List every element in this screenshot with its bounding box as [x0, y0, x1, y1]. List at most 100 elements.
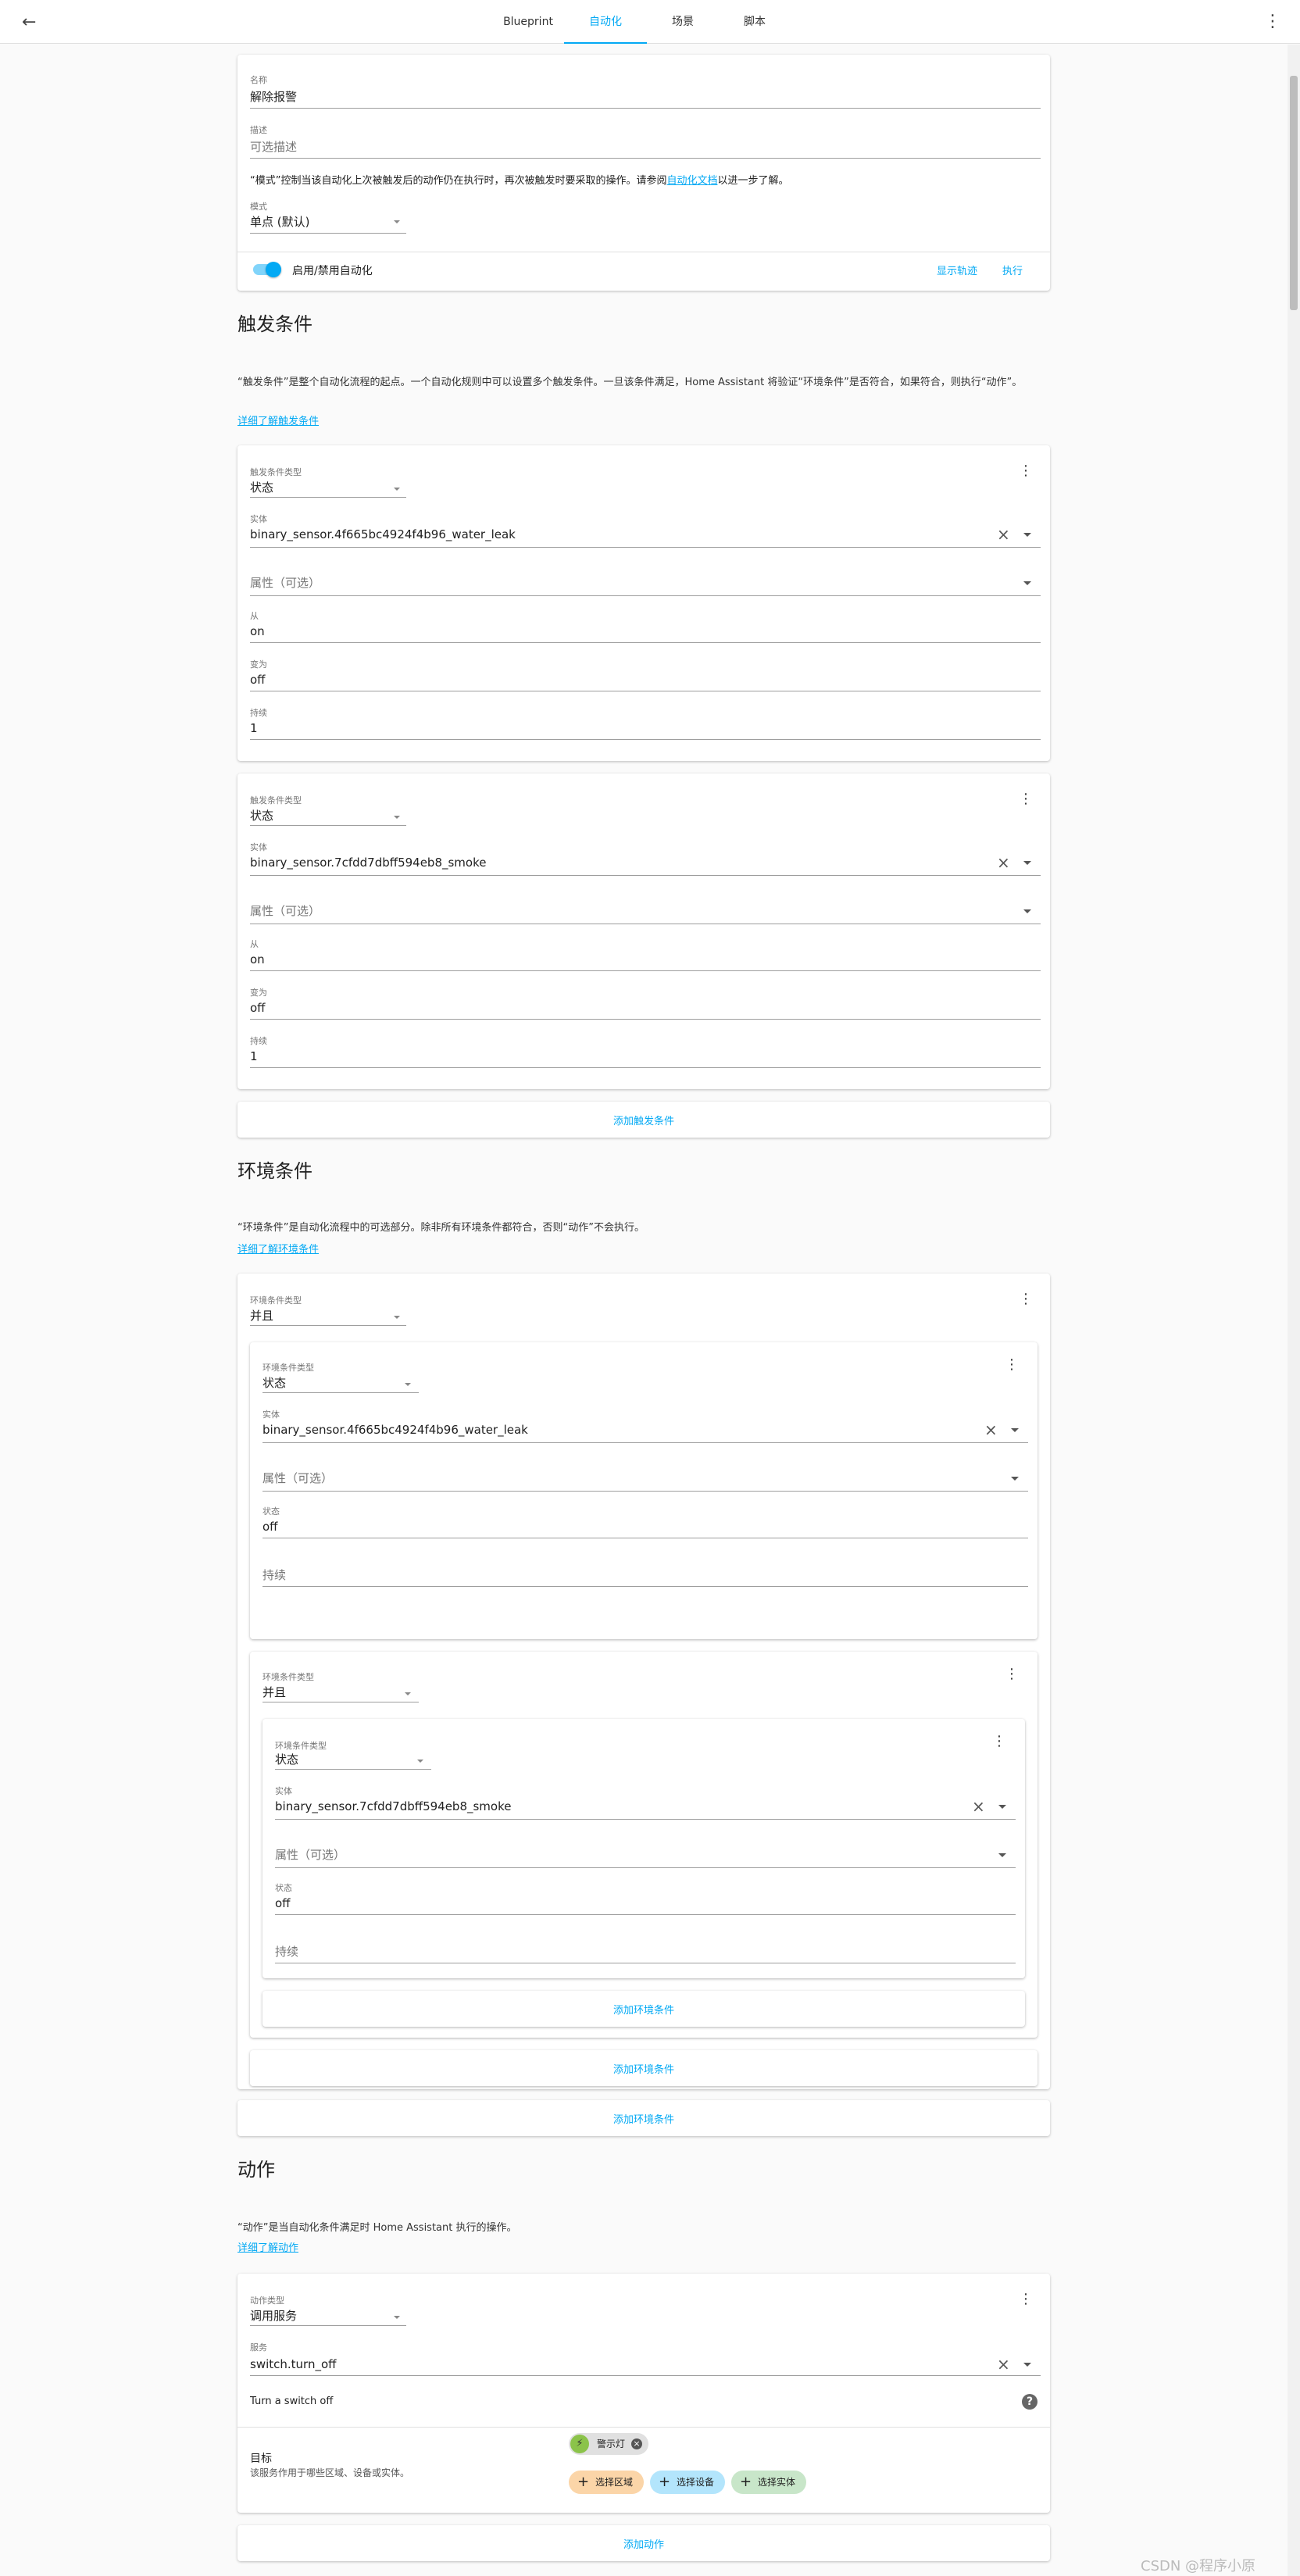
choose-device-chip[interactable]: + 选择设备 [650, 2471, 726, 2494]
tab-blueprint[interactable]: Blueprint [492, 0, 564, 44]
for-field[interactable]: 1 [250, 1049, 258, 1064]
attribute-field[interactable]: 属性（可选） [262, 1470, 333, 1486]
trigger-menu-icon[interactable]: ⋮ [1019, 792, 1033, 806]
dropdown-arrow-icon[interactable] [405, 1383, 411, 1386]
condition-menu-icon[interactable]: ⋮ [1005, 1667, 1019, 1681]
clear-icon[interactable]: × [997, 855, 1010, 870]
condition-type-select[interactable]: 状态 [262, 1375, 286, 1391]
for-field[interactable]: 1 [250, 720, 258, 736]
from-field[interactable]: on [250, 952, 265, 967]
choose-area-chip[interactable]: + 选择区域 [569, 2471, 645, 2494]
entity-chip[interactable]: ⚡ 警示灯 × [569, 2433, 649, 2455]
remove-chip-icon[interactable]: × [631, 2438, 643, 2449]
dropdown-arrow-icon[interactable] [998, 1853, 1006, 1857]
for-field[interactable]: 持续 [275, 1944, 298, 1960]
condition-type-select[interactable]: 并且 [250, 1308, 273, 1324]
action-card: 动作类型 调用服务 ⋮ 服务 switch.turn_off × Turn a … [238, 2274, 1050, 2513]
state-field[interactable]: off [262, 1519, 278, 1535]
choose-entity-chip[interactable]: + 选择实体 [731, 2471, 807, 2494]
add-action-button[interactable]: 添加动作 [238, 2536, 1050, 2551]
description-field[interactable]: 可选描述 [250, 139, 297, 155]
trigger-menu-icon[interactable]: ⋮ [1019, 464, 1033, 478]
run-button[interactable]: 执行 [1002, 263, 1023, 277]
dropdown-arrow-icon[interactable] [1011, 1477, 1019, 1481]
help-icon[interactable]: ? [1022, 2394, 1038, 2410]
dropdown-arrow-icon[interactable] [1023, 581, 1031, 585]
show-trace-button[interactable]: 显示轨迹 [937, 263, 977, 277]
triggers-learn-more-link[interactable]: 详细了解触发条件 [238, 413, 319, 427]
trigger-type-label: 触发条件类型 [250, 467, 302, 477]
conditions-learn-more-link[interactable]: 详细了解环境条件 [238, 1241, 319, 1256]
condition-type-select[interactable]: 状态 [275, 1752, 298, 1767]
for-field[interactable]: 持续 [262, 1567, 286, 1583]
entity-field[interactable]: binary_sensor.7cfdd7dbff594eb8_smoke [275, 1799, 511, 1814]
add-condition-button[interactable]: 添加环境条件 [262, 2002, 1025, 2017]
tab-scene[interactable]: 场景 [647, 0, 719, 44]
condition-menu-icon[interactable]: ⋮ [1005, 1358, 1019, 1372]
toggle-label: 启用/禁用自动化 [292, 265, 373, 277]
attribute-field[interactable]: 属性（可选） [250, 903, 320, 919]
clear-icon[interactable]: × [984, 1422, 998, 1438]
dropdown-arrow-icon[interactable] [394, 2316, 400, 2319]
condition-type-select[interactable]: 并且 [262, 1685, 286, 1700]
dropdown-arrow-icon[interactable] [998, 1805, 1006, 1809]
plus-icon: + [740, 2474, 752, 2490]
entity-field[interactable]: binary_sensor.4f665bc4924f4b96_water_lea… [250, 527, 516, 542]
tab-automation[interactable]: 自动化 [564, 0, 647, 44]
entity-field[interactable]: binary_sensor.7cfdd7dbff594eb8_smoke [250, 855, 486, 870]
field-underline [250, 1067, 1041, 1068]
field-underline [262, 1392, 419, 1393]
to-field[interactable]: off [250, 672, 266, 688]
enable-toggle[interactable] [253, 262, 281, 277]
condition-card: 环境条件类型 并且 ⋮ 环境条件类型 状态 ⋮ 实体 binary_sensor… [238, 1274, 1050, 2089]
nested-condition-card: 环境条件类型 状态 ⋮ 实体 binary_sensor.4f665bc4924… [250, 1342, 1038, 1639]
from-field[interactable]: on [250, 623, 265, 639]
clear-icon[interactable]: × [997, 527, 1010, 542]
mode-dropdown-arrow-icon[interactable] [394, 220, 400, 223]
dropdown-arrow-icon[interactable] [1023, 909, 1031, 913]
clear-icon[interactable]: × [972, 1799, 985, 1814]
actions-learn-more-link[interactable]: 详细了解动作 [238, 2239, 298, 2254]
scrollbar-thumb[interactable] [1290, 76, 1298, 310]
dropdown-arrow-icon[interactable] [1011, 1428, 1019, 1432]
action-menu-icon[interactable]: ⋮ [1019, 2292, 1033, 2306]
service-field[interactable]: switch.turn_off [250, 2356, 336, 2372]
add-condition-button[interactable]: 添加环境条件 [250, 2061, 1038, 2076]
more-vert-icon[interactable]: ⋮ [1264, 11, 1281, 33]
clear-icon[interactable]: × [997, 2356, 1010, 2372]
field-underline [262, 1586, 1028, 1587]
add-condition-button[interactable]: 添加环境条件 [238, 2111, 1050, 2126]
dropdown-arrow-icon[interactable] [1023, 861, 1031, 865]
field-underline [250, 825, 406, 826]
name-field[interactable]: 解除报警 [250, 89, 297, 105]
condition-menu-icon[interactable]: ⋮ [1019, 1292, 1033, 1306]
dropdown-arrow-icon[interactable] [394, 488, 400, 491]
add-condition-card: 添加环境条件 [250, 2050, 1038, 2086]
back-arrow-icon[interactable]: ← [22, 13, 42, 33]
entity-field[interactable]: binary_sensor.4f665bc4924f4b96_water_lea… [262, 1422, 528, 1438]
dropdown-arrow-icon[interactable] [405, 1692, 411, 1695]
to-field[interactable]: off [250, 1000, 266, 1016]
trigger-type-select[interactable]: 状态 [250, 808, 273, 824]
tab-script[interactable]: 脚本 [719, 0, 791, 44]
dropdown-arrow-icon[interactable] [394, 816, 400, 819]
attribute-field[interactable]: 属性（可选） [275, 1847, 345, 1863]
dropdown-arrow-icon[interactable] [1023, 2363, 1031, 2367]
condition-type-label: 环境条件类型 [262, 1672, 314, 1682]
condition-menu-icon[interactable]: ⋮ [992, 1735, 1006, 1749]
dropdown-arrow-icon[interactable] [394, 1316, 400, 1319]
dropdown-arrow-icon[interactable] [417, 1760, 423, 1763]
state-field[interactable]: off [275, 1895, 291, 1911]
add-action-card: 添加动作 [238, 2525, 1050, 2561]
trigger-type-select[interactable]: 状态 [250, 480, 273, 495]
dropdown-arrow-icon[interactable] [1023, 533, 1031, 537]
tab-bar: Blueprint 自动化 场景 脚本 [492, 0, 791, 44]
lightning-icon: ⚡ [570, 2435, 589, 2453]
add-trigger-button[interactable]: 添加触发条件 [238, 1113, 1050, 1127]
scrollbar[interactable] [1288, 45, 1300, 2576]
action-type-select[interactable]: 调用服务 [250, 2308, 297, 2324]
attribute-field[interactable]: 属性（可选） [250, 575, 320, 591]
trigger-card: 触发条件类型 状态 ⋮ 实体 binary_sensor.7cfdd7dbff5… [238, 774, 1050, 1089]
mode-select[interactable]: 单点 (默认) [250, 214, 309, 230]
automation-docs-link[interactable]: 自动化文档 [666, 175, 717, 187]
